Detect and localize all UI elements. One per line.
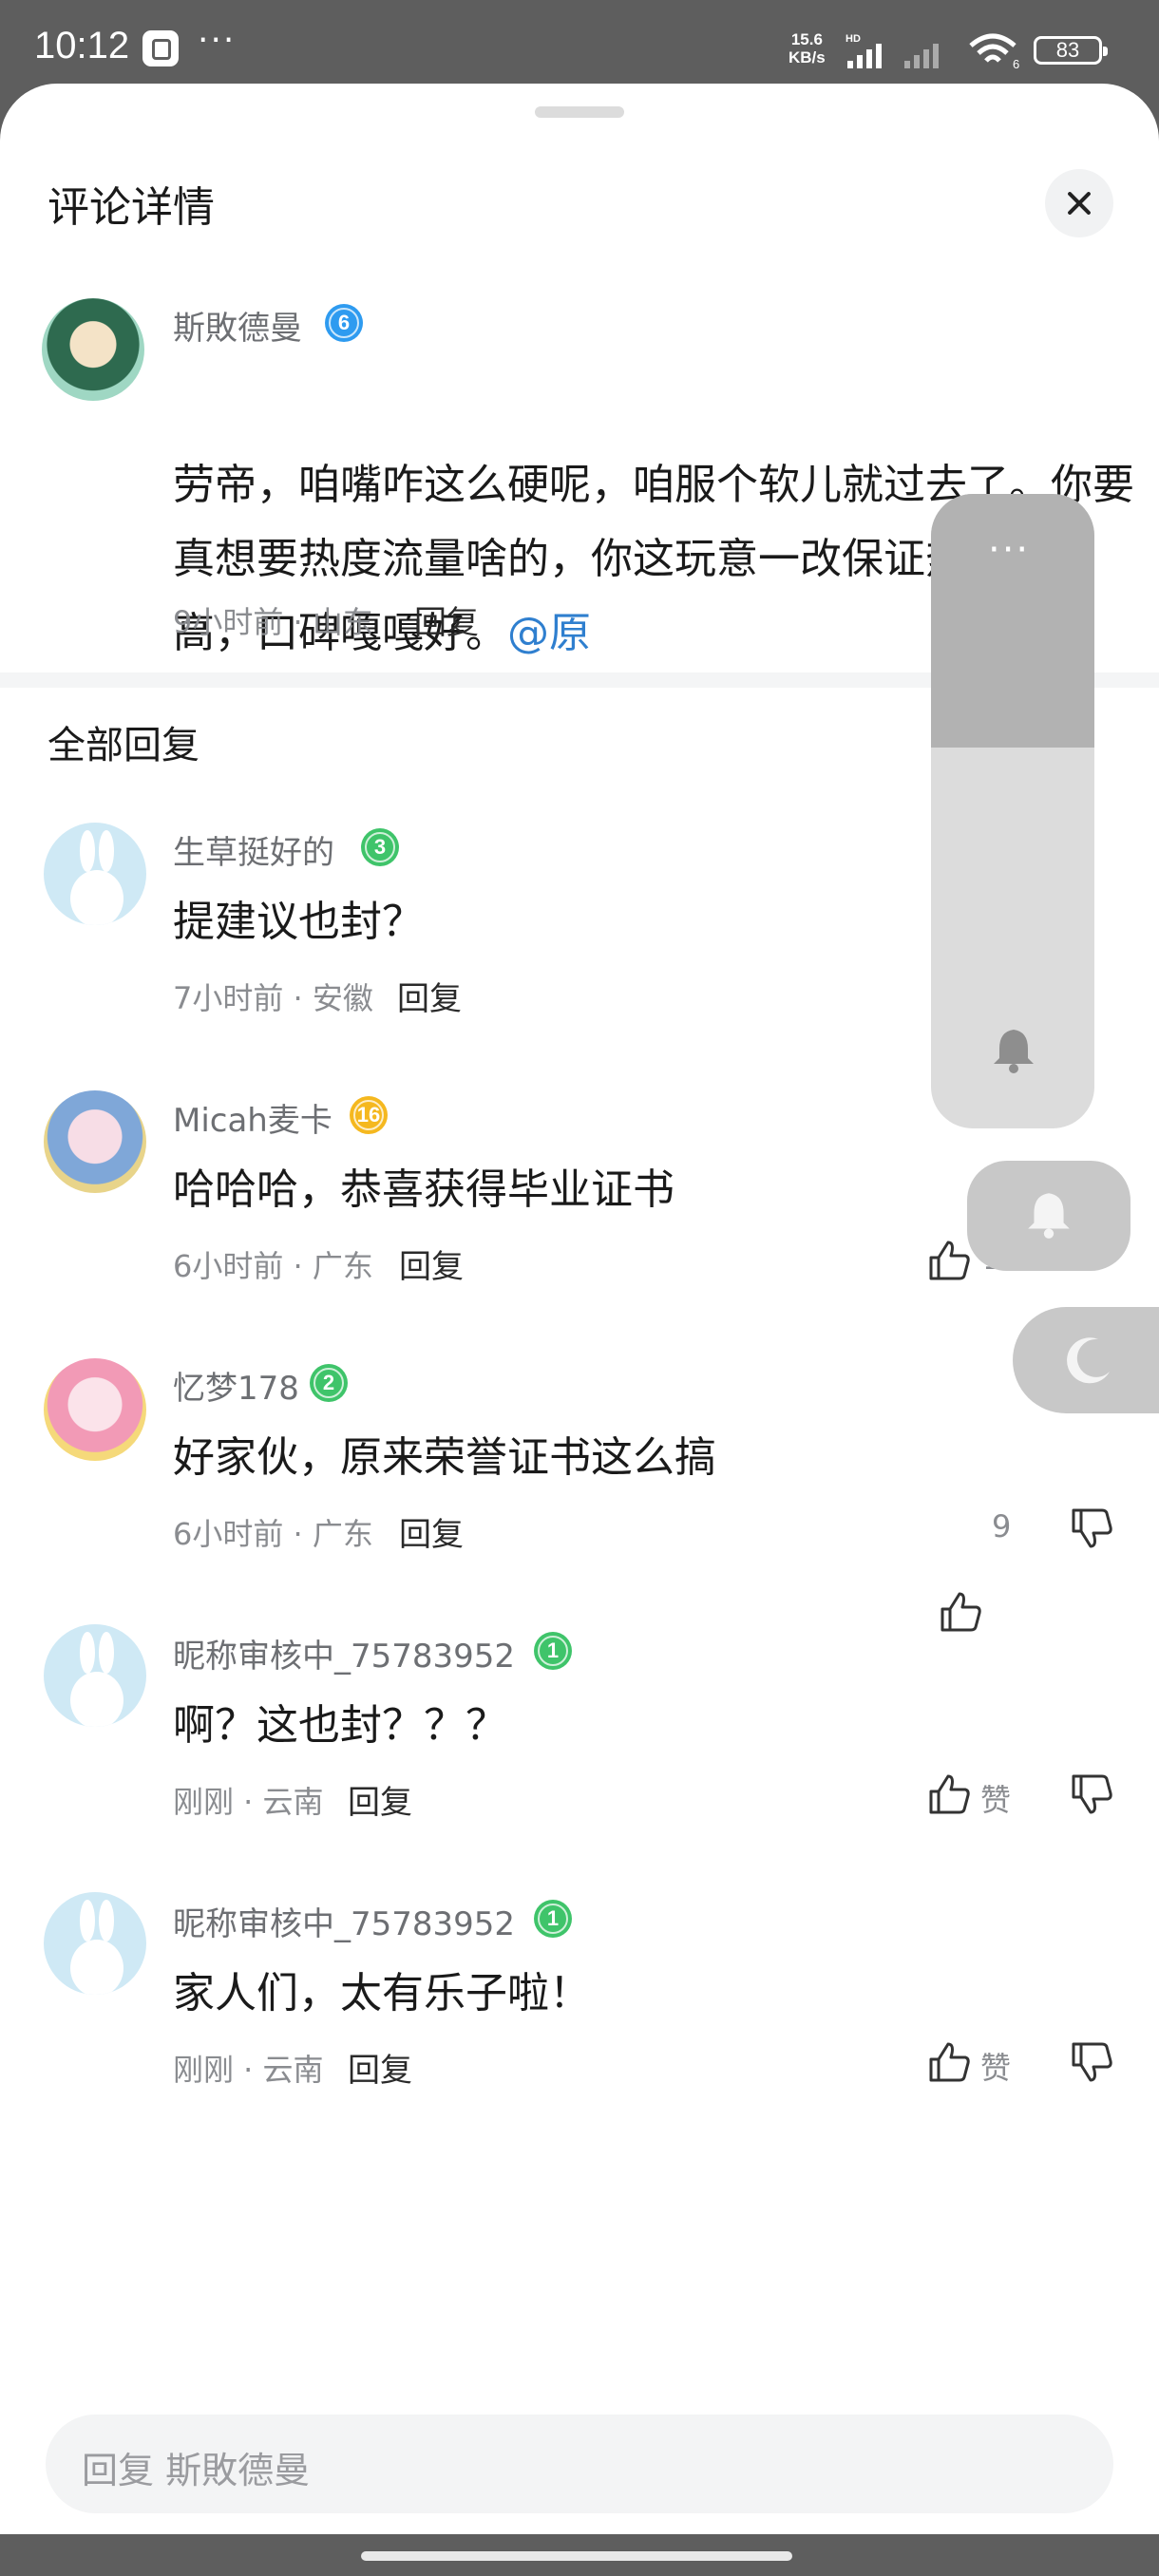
net-speed-value: 15.6 [790,30,823,48]
dark-mode-button[interactable] [1013,1307,1159,1413]
username[interactable]: 昵称审核中_75783952 [173,1898,515,1944]
level-badge: 1 [534,1632,572,1670]
section-title: 全部回复 [48,724,200,767]
avatar[interactable] [44,823,146,925]
level-badge: 1 [534,1900,572,1938]
username[interactable]: 昵称审核中_75783952 [173,1630,515,1676]
wifi-icon: 6 [969,33,1019,70]
drag-handle[interactable] [535,106,624,118]
thumbs-up-icon[interactable] [925,1237,973,1284]
reply-button[interactable]: 回复 [348,1776,412,1823]
reply-meta: 7小时前 · 安徽 [173,980,373,1016]
close-button[interactable] [1045,169,1113,237]
reply-button[interactable]: 回复 [414,597,479,643]
like-count: 9 [992,1508,1012,1544]
sheet-title: 评论详情 [48,183,215,232]
reply-button[interactable]: 回复 [399,1241,464,1287]
username[interactable]: 斯敗德曼 [173,302,302,349]
reply-button[interactable]: 回复 [348,2044,412,2091]
level-badge: 16 [350,1096,388,1134]
volume-slider[interactable]: ··· [931,494,1094,1128]
moon-icon [1067,1337,1110,1384]
bunny-avatar-icon [70,1900,124,1995]
bunny-avatar-icon [70,830,124,925]
bell-icon [994,1030,1034,1073]
reply-text: 家人们，太有乐子啦！ [173,1969,591,2017]
reply-button[interactable]: 回复 [399,1508,464,1555]
reply-meta: 6小时前 · 广东 [173,1516,373,1552]
avatar[interactable] [42,298,144,401]
username[interactable]: 生草挺好的 [173,826,334,873]
level-badge: 6 [325,304,363,342]
avatar[interactable] [44,1624,146,1727]
username[interactable]: 忆梦178 [173,1362,299,1409]
svg-text:6: 6 [1013,57,1019,70]
net-speed-unit: KB/s [788,48,826,66]
network-speed: 15.6 KB/s [788,30,826,66]
reply-input[interactable]: 回复 斯敗德曼 [46,2415,1113,2513]
level-badge: 3 [361,828,399,866]
bunny-avatar-icon [70,1632,124,1727]
thumbs-down-icon[interactable] [1068,2038,1115,2086]
status-bar: 10:12 ··· 15.6 KB/s HD 6 83 [0,0,1159,84]
avatar[interactable] [44,1358,146,1461]
reply-button[interactable]: 回复 [397,973,462,1019]
volume-menu-icon[interactable]: ··· [988,528,1030,572]
reply-meta: 6小时前 · 广东 [173,1248,373,1284]
reply-meta: 刚刚 · 云南 [173,1784,324,1820]
thumbs-up-icon[interactable] [925,1771,973,1818]
username[interactable]: Micah麦卡 [173,1094,332,1141]
more-notifications-icon: ··· [198,21,237,60]
reply-text: 好家伙，原来荣誉证书这么搞 [173,1433,716,1482]
signal-icon: HD [846,33,882,68]
reply-text: 啊？这也封？？？ [173,1701,507,1750]
ring-mode-button[interactable] [967,1161,1130,1271]
like-count: 赞 [980,2050,1012,2086]
comment-detail-sheet: 评论详情 斯敗德曼 6 劳帝，咱嘴咋这么硬呢，咱服个软儿就过去了。你要真想要热度… [0,84,1159,2534]
thumbs-up-icon[interactable] [925,2038,973,2086]
reply-input-placeholder: 回复 斯敗德曼 [82,2450,311,2491]
svg-text:HD: HD [846,33,861,45]
signal-2-icon [904,44,939,68]
mention-link[interactable]: @原 [507,609,591,657]
app-notification-icon [142,30,179,66]
avatar[interactable] [44,1090,146,1193]
reply-meta: 刚刚 · 云南 [173,2052,324,2088]
level-badge: 2 [310,1364,348,1402]
battery-icon: 83 [1034,36,1108,65]
avatar[interactable] [44,1892,146,1995]
comment-meta: 9小时前 · 山东 [173,604,373,640]
thumbs-down-icon[interactable] [1068,1505,1115,1552]
thumbs-down-icon[interactable] [1068,1771,1115,1818]
thumbs-up-icon[interactable] [937,1588,984,1636]
bell-icon [1028,1193,1070,1239]
status-time: 10:12 [34,25,130,66]
home-indicator[interactable] [361,2551,792,2561]
like-count: 赞 [980,1782,1012,1818]
reply-text: 哈哈哈，恭喜获得毕业证书 [173,1165,674,1214]
reply-text: 提建议也封？ [173,898,424,946]
